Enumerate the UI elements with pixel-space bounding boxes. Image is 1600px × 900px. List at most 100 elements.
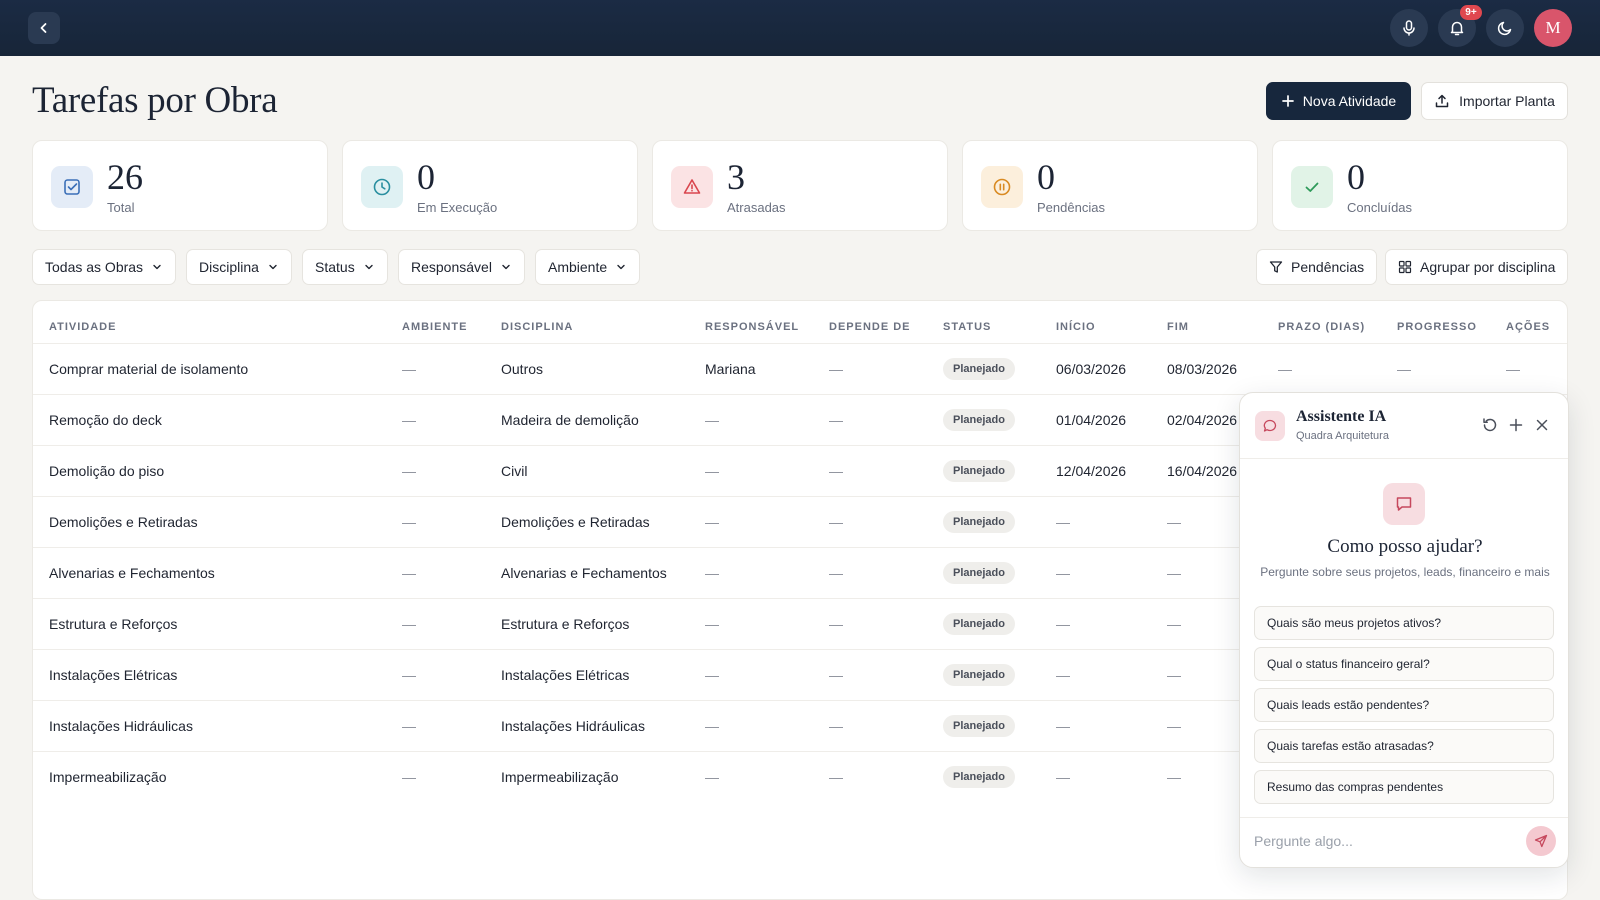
chevron-left-icon (40, 23, 47, 33)
theme-toggle-button[interactable] (1486, 9, 1524, 47)
bell-icon (1450, 21, 1464, 36)
filter-disciplina[interactable]: Disciplina (186, 249, 292, 285)
suggestion-chip[interactable]: Resumo das compras pendentes (1254, 770, 1554, 804)
stat-value: 0 (1037, 157, 1055, 197)
column-header-depende[interactable]: DEPENDE DE (829, 321, 911, 333)
column-header-inicio[interactable]: INÍCIO (1056, 321, 1096, 333)
column-header-responsavel[interactable]: RESPONSÁVEL (705, 321, 799, 333)
cell-inicio: — (1056, 769, 1070, 785)
status-badge: Planejado (943, 766, 1015, 788)
back-button[interactable] (28, 12, 60, 44)
check-icon (1291, 166, 1333, 208)
cell-responsavel: — (705, 718, 719, 734)
cell-disciplina: Alvenarias e Fechamentos (501, 565, 667, 581)
import-plan-label: Importar Planta (1459, 93, 1555, 109)
cell-fim: — (1167, 667, 1181, 683)
cell-responsavel: — (705, 667, 719, 683)
suggestion-chip[interactable]: Quais leads estão pendentes? (1254, 688, 1554, 722)
cell-ambiente: — (402, 412, 416, 428)
pendencias-filter-button[interactable]: Pendências (1256, 249, 1378, 285)
stat-card-concluidas[interactable]: 0 Concluídas (1272, 140, 1568, 231)
cell-disciplina: Impermeabilização (501, 769, 619, 785)
send-icon (1534, 834, 1548, 848)
filter-ambiente-label: Ambiente (548, 259, 608, 275)
close-assistant-button[interactable] (1532, 415, 1552, 435)
cell-disciplina: Madeira de demolição (501, 412, 639, 428)
new-activity-label: Nova Atividade (1302, 93, 1397, 109)
checkbox-icon (51, 166, 93, 208)
cell-fim: — (1167, 769, 1181, 785)
status-badge: Planejado (943, 409, 1015, 431)
cell-fim: 02/04/2026 (1167, 412, 1238, 428)
filter-responsavel[interactable]: Responsável (398, 249, 525, 285)
chevron-down-icon (269, 264, 277, 270)
table-row[interactable]: Comprar material de isolamento — Outros … (33, 343, 1567, 394)
status-badge: Planejado (943, 460, 1015, 482)
clock-icon (361, 166, 403, 208)
column-header-prazo[interactable]: PRAZO (DIAS) (1278, 321, 1365, 333)
suggestion-chip[interactable]: Quais são meus projetos ativos? (1254, 606, 1554, 640)
stat-label: Concluídas (1347, 200, 1413, 215)
reset-chat-button[interactable] (1480, 415, 1500, 435)
suggestion-chip[interactable]: Qual o status financeiro geral? (1254, 647, 1554, 681)
status-badge: Planejado (943, 664, 1015, 686)
cell-inicio: 01/04/2026 (1056, 412, 1127, 428)
cell-progresso: — (1397, 361, 1411, 377)
cell-ambiente: — (402, 667, 416, 683)
group-by-discipline-button[interactable]: Agrupar por disciplina (1385, 249, 1569, 285)
column-header-status[interactable]: STATUS (943, 321, 991, 333)
notification-badge: 9+ (1460, 5, 1482, 20)
ai-assistant-panel: Assistente IA Quadra Arquitetura Como po… (1239, 392, 1569, 868)
stat-card-atrasadas[interactable]: 3 Atrasadas (652, 140, 948, 231)
stat-value: 0 (1347, 157, 1365, 197)
column-header-atividade[interactable]: ATIVIDADE (49, 321, 116, 333)
avatar[interactable]: M (1534, 9, 1572, 47)
status-badge: Planejado (943, 562, 1015, 584)
stat-card-pendencias[interactable]: 0 Pendências (962, 140, 1258, 231)
cell-atividade: Comprar material de isolamento (49, 361, 249, 377)
cell-responsavel: — (705, 514, 719, 530)
pendencias-filter-label: Pendências (1291, 259, 1365, 275)
filter-obras[interactable]: Todas as Obras (32, 249, 177, 285)
cell-responsavel: — (705, 616, 719, 632)
stat-card-total[interactable]: 26 Total (32, 140, 328, 231)
new-activity-button[interactable]: Nova Atividade (1266, 82, 1411, 120)
chevron-down-icon (502, 264, 510, 270)
cell-atividade: Instalações Hidráulicas (49, 718, 193, 734)
import-plan-button[interactable]: Importar Planta (1421, 82, 1568, 120)
column-header-progresso[interactable]: PROGRESSO (1397, 321, 1477, 333)
plus-icon (1281, 95, 1294, 107)
stat-card-em-execucao[interactable]: 0 Em Execução (342, 140, 638, 231)
cell-depende: — (829, 361, 843, 377)
warning-icon (671, 166, 713, 208)
column-header-fim[interactable]: FIM (1167, 321, 1189, 333)
cell-ambiente: — (402, 565, 416, 581)
plus-icon (1509, 418, 1523, 432)
cell-depende: — (829, 412, 843, 428)
cell-depende: — (829, 514, 843, 530)
assistant-subtitle: Quadra Arquitetura (1296, 430, 1389, 442)
assistant-question: Como posso ajudar? (1327, 536, 1483, 557)
cell-ambiente: — (402, 616, 416, 632)
cell-atividade: Remoção do deck (49, 412, 162, 428)
column-header-ambiente[interactable]: AMBIENTE (402, 321, 467, 333)
assistant-input[interactable]: Pergunte algo... (1254, 833, 1353, 849)
close-icon (1536, 419, 1548, 431)
stat-label: Pendências (1037, 200, 1105, 215)
cell-fim: — (1167, 514, 1181, 530)
cell-atividade: Instalações Elétricas (49, 667, 178, 683)
message-square-icon (1383, 483, 1425, 525)
status-badge: Planejado (943, 715, 1015, 737)
status-badge: Planejado (943, 358, 1015, 380)
suggestion-chip[interactable]: Quais tarefas estão atrasadas? (1254, 729, 1554, 763)
moon-icon (1497, 21, 1512, 36)
cell-fim: 08/03/2026 (1167, 361, 1238, 377)
upload-icon (1435, 94, 1449, 108)
new-chat-button[interactable] (1506, 415, 1526, 435)
microphone-button[interactable] (1390, 9, 1428, 47)
filter-ambiente[interactable]: Ambiente (535, 249, 641, 285)
column-header-disciplina[interactable]: DISCIPLINA (501, 321, 573, 333)
notifications-button[interactable]: 9+ (1438, 5, 1482, 47)
filter-status[interactable]: Status (302, 249, 388, 285)
send-button[interactable] (1526, 826, 1556, 856)
